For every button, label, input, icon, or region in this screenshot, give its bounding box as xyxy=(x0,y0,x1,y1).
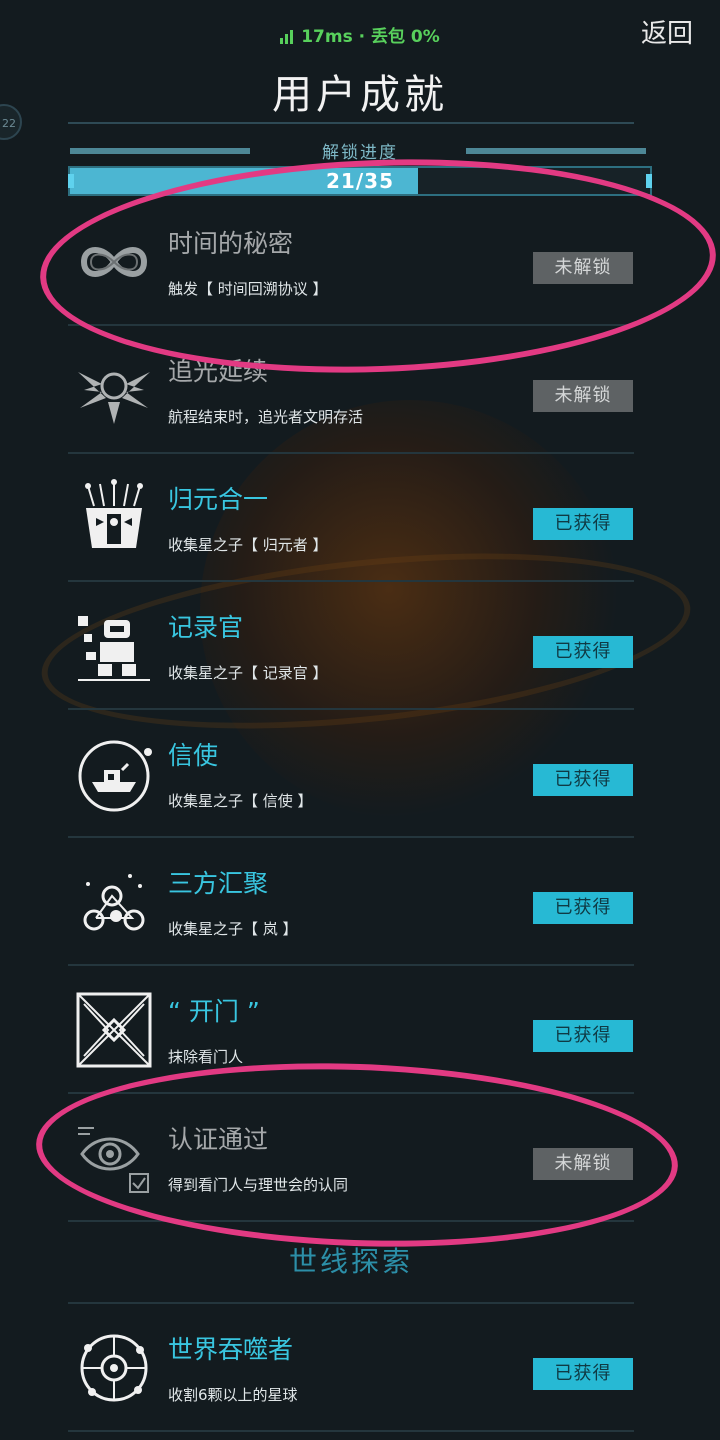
achievement-name: 认证通过 xyxy=(168,1125,269,1154)
achievement-name: “ 开门 ” xyxy=(168,997,260,1026)
ship-circle-icon xyxy=(78,740,152,812)
achievement-desc: 收集星之子【 岚 】 xyxy=(168,920,298,938)
achievement-status: 已获得 xyxy=(533,508,633,540)
achievement-name: 世界吞噬者 xyxy=(168,1335,294,1364)
achievement-name: 记录官 xyxy=(168,613,244,642)
achievement-item[interactable]: “ 开门 ” 抹除看门人 已获得 xyxy=(68,966,634,1094)
achievement-item[interactable]: 追光延续 航程结束时，追光者文明存活 未解锁 xyxy=(68,326,634,454)
achievement-desc: 收集星之子【 归元者 】 xyxy=(168,536,328,554)
mask-icon xyxy=(85,479,143,548)
page-title: 用户成就 xyxy=(272,72,448,118)
back-button[interactable]: 返回 xyxy=(640,12,694,51)
achievement-status: 已获得 xyxy=(533,892,633,924)
section-title: 世线探索 xyxy=(68,1222,634,1304)
progress-text: 21/35 xyxy=(326,169,394,193)
achievement-item[interactable]: 认证通过 得到看门人与理世会的认同 未解锁 xyxy=(68,1094,634,1222)
achievement-status: 未解锁 xyxy=(533,380,633,412)
infinity-icon xyxy=(80,247,148,277)
achievement-item[interactable]: 记录官 收集星之子【 记录官 】 已获得 xyxy=(68,582,634,710)
achievement-item[interactable]: 世界吞噬者 收割6颗以上的星球 已获得 xyxy=(68,1304,634,1432)
achievement-desc: 触发【 时间回溯协议 】 xyxy=(168,280,328,298)
planet-devourer-icon xyxy=(80,1334,148,1402)
achievement-name: 归元合一 xyxy=(168,485,269,514)
achievement-status: 未解锁 xyxy=(533,252,633,284)
winged-emblem-icon xyxy=(78,372,150,424)
achievement-name: 追光延续 xyxy=(168,357,269,386)
achievement-status: 已获得 xyxy=(533,1020,633,1052)
progress-bar: 21/35 xyxy=(68,166,652,196)
divider xyxy=(68,122,634,124)
achievement-name: 信使 xyxy=(168,741,219,770)
achievement-list: 时间的秘密 触发【 时间回溯协议 】 未解锁 追光延续 航程结束时，追光者文明存… xyxy=(68,198,634,1432)
achievement-status: 已获得 xyxy=(533,1358,633,1390)
achievement-status: 未解锁 xyxy=(533,1148,633,1180)
achievement-status: 已获得 xyxy=(533,764,633,796)
achievement-item[interactable]: 三方汇聚 收集星之子【 岚 】 已获得 xyxy=(68,838,634,966)
top-bar: 17ms · 丢包 0% 返回 xyxy=(0,0,720,64)
achievement-name: 时间的秘密 xyxy=(168,229,294,258)
signal-icon xyxy=(280,29,295,49)
achievement-item[interactable]: 时间的秘密 触发【 时间回溯协议 】 未解锁 xyxy=(68,198,634,326)
achievement-desc: 航程结束时，追光者文明存活 xyxy=(168,408,364,426)
network-status: 17ms · 丢包 0% xyxy=(0,22,720,49)
eye-check-icon xyxy=(78,1127,149,1193)
achievement-name: 三方汇聚 xyxy=(168,869,269,898)
achievement-item[interactable]: 信使 收集星之子【 信使 】 已获得 xyxy=(68,710,634,838)
achievement-desc: 收割6颗以上的星球 xyxy=(168,1386,298,1404)
achievement-item[interactable]: 归元合一 收集星之子【 归元者 】 已获得 xyxy=(68,454,634,582)
gate-icon xyxy=(76,992,152,1068)
achievement-desc: 收集星之子【 信使 】 xyxy=(168,792,313,810)
achievement-desc: 收集星之子【 记录官 】 xyxy=(168,664,328,682)
robot-icon xyxy=(78,616,150,681)
network-status-text: 17ms · 丢包 0% xyxy=(301,27,440,47)
achievement-status: 已获得 xyxy=(533,636,633,668)
network-nodes-icon xyxy=(83,874,145,931)
achievement-desc: 得到看门人与理世会的认同 xyxy=(168,1176,349,1194)
achievement-desc: 抹除看门人 xyxy=(168,1048,244,1066)
progress-label: 解锁进度 xyxy=(322,143,398,163)
